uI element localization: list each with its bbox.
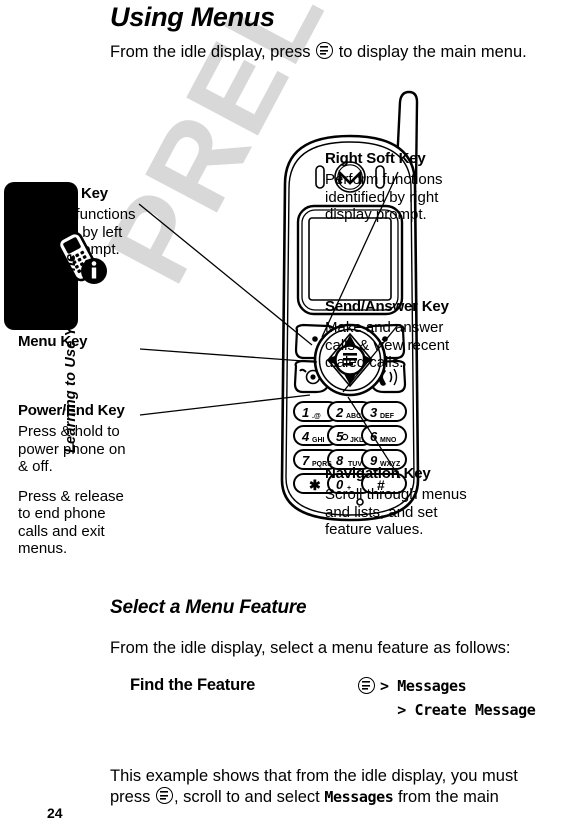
menu-key-icon [155,787,173,804]
callout-heading: Send/Answer Key [325,298,449,315]
closing-text-after: from the main [393,788,499,806]
section-heading: Select a Menu Feature [110,597,307,618]
main-content: Using Menus From the idle display, press… [110,0,579,838]
manual-page: PRELIMINARY [0,0,579,838]
find-the-feature-steps: > Messages > Create Message [380,674,536,722]
callout-heading: Navigation Key [325,465,431,482]
feature-step: > Create Message [380,701,536,719]
feature-step: > Messages [380,677,467,695]
page-title: Using Menus [110,2,275,32]
callout-navigation-key: Navigation Key Scroll through menus and … [325,465,467,539]
menu-key-icon [357,677,376,697]
callout-body: Make and answer calls & view recent dial… [325,319,450,371]
callout-body: Perform functions identified by right di… [325,171,443,223]
sidebar-section-label: Learning to Use Your Phone [63,253,79,453]
menu-key-icon [316,42,334,59]
phone-info-icon [52,228,110,290]
closing-paragraph: This example shows that from the idle di… [110,766,550,808]
intro-text-after: to display the main menu. [334,43,527,61]
page-number: 24 [47,805,63,821]
callout-body: Scroll through menus and lists, and set … [325,486,467,538]
closing-mono-term: Messages [324,788,394,806]
select-paragraph: From the idle display, select a menu fea… [110,639,511,657]
callout-send-answer-key: Send/Answer Key Make and answer calls & … [325,298,455,372]
find-the-feature-label: Find the Feature [130,676,256,694]
sidebar: Learning to Use Your Phone 24 [0,0,110,838]
callout-heading: Right Soft Key [325,150,426,167]
menu-key-glyph [358,677,375,694]
intro-text-before: From the idle display, press [110,43,316,61]
closing-text-mid: , scroll to and select [173,788,325,806]
intro-paragraph: From the idle display, press to display … [110,42,579,63]
callout-right-soft-key: Right Soft Key Perform functions identif… [325,150,455,224]
